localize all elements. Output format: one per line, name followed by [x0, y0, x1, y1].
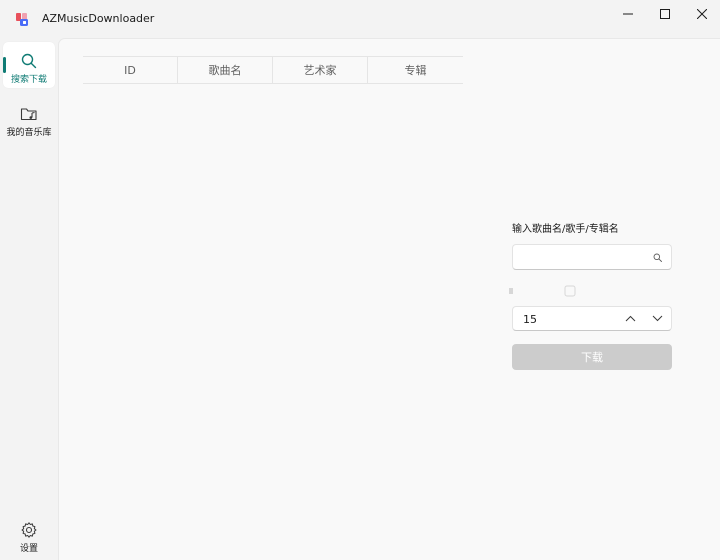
chevron-up-icon — [625, 315, 635, 322]
result-count-value[interactable]: 15 — [523, 313, 537, 326]
minimize-icon — [623, 13, 633, 15]
app-logo-icon — [16, 13, 28, 26]
decrement-button[interactable] — [645, 309, 669, 328]
nav-item-search-download[interactable]: 搜索下载 — [3, 42, 55, 88]
nav-label-search-download: 搜索下载 — [10, 75, 47, 85]
selection-indicator — [3, 57, 6, 73]
results-table-header: ID 歌曲名 艺术家 专辑 — [83, 56, 463, 84]
search-icon[interactable] — [653, 253, 662, 262]
column-header-song-name[interactable]: 歌曲名 — [178, 57, 273, 83]
navigation-pane: 搜索下载 我的音乐库 设置 — [0, 38, 58, 560]
close-button[interactable] — [679, 0, 720, 28]
search-input[interactable] — [521, 249, 649, 265]
faded-label-artifact — [509, 285, 576, 297]
nav-label-settings: 设置 — [19, 544, 38, 554]
title-bar: AZMusicDownloader — [0, 0, 720, 38]
column-header-id[interactable]: ID — [83, 57, 178, 83]
nav-item-my-music-library[interactable]: 我的音乐库 — [3, 95, 55, 141]
increment-button[interactable] — [618, 309, 642, 328]
nav-label-my-music-library: 我的音乐库 — [6, 128, 52, 138]
result-count-spinbox[interactable]: 15 — [512, 306, 672, 331]
search-icon — [21, 53, 37, 69]
app-title: AZMusicDownloader — [42, 12, 155, 25]
search-prompt-label: 输入歌曲名/歌手/专辑名 — [512, 224, 619, 235]
search-box[interactable] — [512, 244, 672, 270]
column-header-artist[interactable]: 艺术家 — [273, 57, 368, 83]
main-content: ID 歌曲名 艺术家 专辑 — [58, 38, 720, 560]
close-icon — [697, 9, 707, 19]
gear-icon — [21, 522, 37, 538]
nav-item-settings[interactable]: 设置 — [3, 511, 55, 557]
music-folder-icon — [20, 108, 37, 121]
maximize-icon — [660, 9, 670, 19]
column-header-album[interactable]: 专辑 — [368, 57, 463, 83]
chevron-down-icon — [652, 315, 662, 322]
download-button[interactable]: 下载 — [512, 344, 672, 370]
